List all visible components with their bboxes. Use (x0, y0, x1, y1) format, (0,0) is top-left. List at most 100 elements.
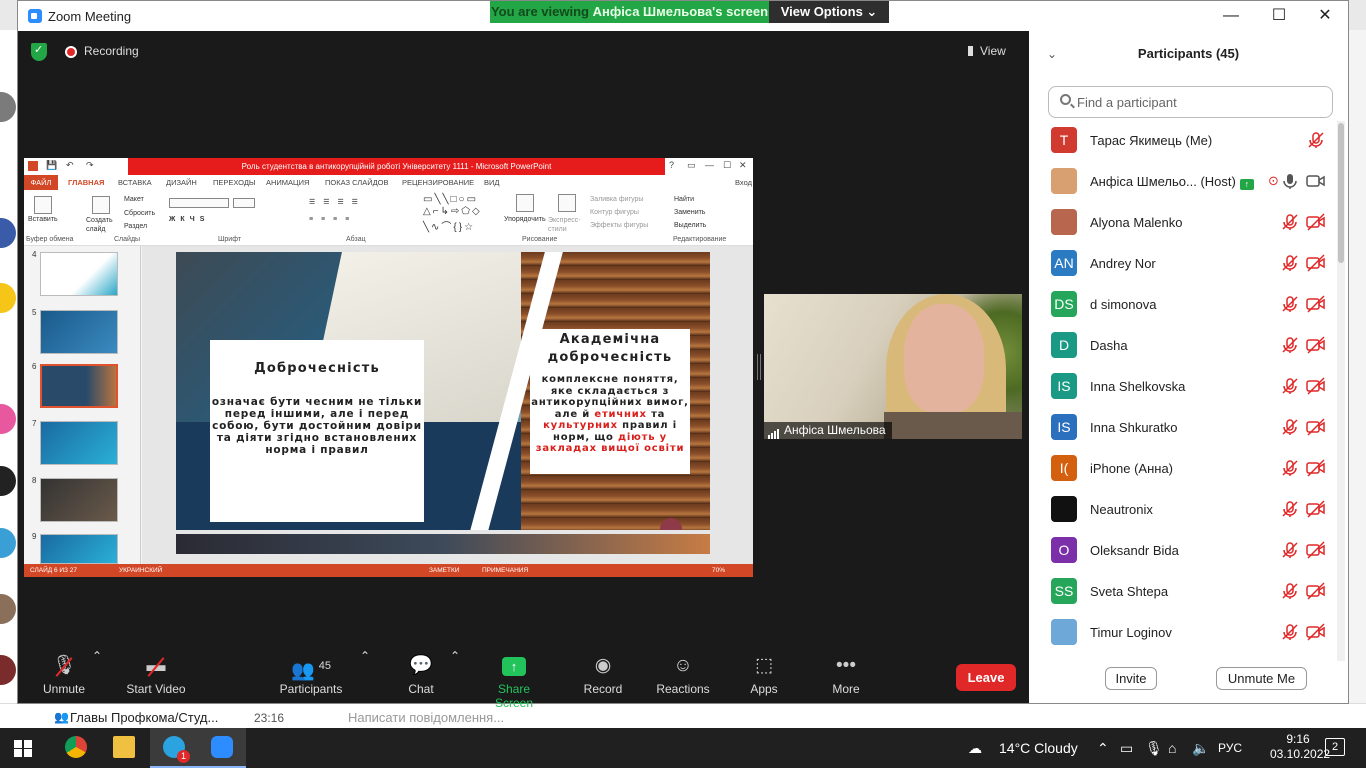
ppt-section: Раздел (124, 223, 148, 230)
participant-row[interactable]: Alyona Malenko (1029, 202, 1339, 243)
participant-row[interactable]: D Dasha (1029, 325, 1339, 366)
taskbar-telegram[interactable]: 1 (150, 728, 198, 768)
video-camera-off-icon[interactable] (1306, 500, 1326, 518)
view-layout-icon (968, 46, 973, 56)
reactions-label: Reactions (656, 682, 710, 696)
video-tile[interactable]: Анфіса Шмельова (764, 294, 1022, 439)
participant-search-input[interactable] (1077, 93, 1317, 111)
reactions-button[interactable]: ☺ Reactions (656, 649, 710, 696)
video-camera-off-icon[interactable] (1306, 295, 1326, 313)
input-language[interactable]: РУС (1218, 728, 1242, 768)
background-chat-title[interactable]: Главы Профкома/Студ... (70, 710, 218, 725)
video-camera-off-icon[interactable] (1306, 254, 1326, 272)
taskbar-explorer[interactable] (100, 728, 148, 768)
taskbar-zoom[interactable] (198, 728, 246, 768)
participant-row[interactable]: T Тарас Якимець (Me) (1029, 120, 1339, 161)
share-screen-button[interactable]: ↑ Share Screen (478, 649, 550, 710)
participant-row[interactable]: Neautronix (1029, 489, 1339, 530)
participant-name: Andrey Nor (1090, 256, 1156, 271)
invite-button[interactable]: Invite (1105, 667, 1157, 690)
slide-thumbnail (40, 421, 118, 465)
microphone-muted-icon[interactable] (1281, 623, 1299, 641)
tray-chevron-icon[interactable]: ⌃ (1097, 728, 1109, 768)
video-camera-off-icon[interactable] (1306, 418, 1326, 436)
scrollbar-thumb[interactable] (1338, 123, 1344, 263)
unmute-label: Unmute (42, 682, 86, 696)
network-icon[interactable]: ⌂ (1168, 728, 1176, 768)
participant-row[interactable]: Timur Loginov (1029, 612, 1339, 653)
next-slide-preview (176, 534, 710, 554)
notifications-icon[interactable]: 2 (1325, 738, 1345, 756)
microphone-muted-icon[interactable] (1281, 500, 1299, 518)
shared-screen[interactable]: 💾 ↶ ↷ Роль студентства в антикорупційній… (24, 158, 753, 577)
recording-label[interactable]: Recording (84, 44, 139, 58)
participants-options-chevron-icon[interactable]: ⌃ (360, 649, 370, 663)
maximize-button[interactable]: ☐ (1264, 5, 1294, 27)
microphone-muted-icon[interactable] (1281, 459, 1299, 477)
video-camera-icon[interactable] (1306, 172, 1326, 190)
participant-avatar: O (1051, 537, 1077, 563)
minimize-button[interactable]: — (1216, 5, 1246, 27)
view-button[interactable]: View (968, 44, 1006, 58)
ribbon-display-icon: ▭ (687, 160, 696, 170)
apps-button[interactable]: ⬚ Apps (748, 649, 780, 696)
participant-row[interactable]: O Oleksandr Bida (1029, 530, 1339, 571)
participants-panel-title: Participants (45) (1137, 46, 1240, 61)
microphone-muted-icon[interactable] (1281, 213, 1299, 231)
participants-button[interactable]: 👥 45 Participants (276, 649, 346, 696)
close-button[interactable]: ✕ (1310, 5, 1340, 27)
microphone-muted-icon[interactable] (1281, 418, 1299, 436)
start-video-button[interactable]: ▬ Start Video (122, 649, 190, 696)
leave-button[interactable]: Leave (956, 664, 1016, 691)
video-camera-off-icon[interactable] (1306, 623, 1326, 641)
participant-row[interactable]: IS Inna Shkuratko (1029, 407, 1339, 448)
video-camera-off-icon[interactable] (1306, 582, 1326, 600)
ppt-title: Роль студентства в антикорупційній робот… (128, 158, 665, 175)
video-camera-off-icon[interactable] (1306, 459, 1326, 477)
splitter-handle[interactable] (757, 354, 761, 380)
battery-icon[interactable]: ▭ (1120, 728, 1133, 768)
participant-row[interactable]: I(iPhone (Анна) (1029, 448, 1339, 489)
participant-row[interactable]: AN Andrey Nor (1029, 243, 1339, 284)
message-input[interactable]: Написати повідомлення... (348, 710, 504, 725)
chrome-icon (65, 736, 87, 758)
audio-options-chevron-icon[interactable]: ⌃ (92, 649, 102, 663)
microphone-muted-icon[interactable] (1281, 541, 1299, 559)
microphone-tray-icon[interactable]: 🎙 (1145, 728, 1163, 768)
participant-row[interactable]: SS Sveta Shtepa (1029, 571, 1339, 612)
video-camera-off-icon[interactable] (1306, 213, 1326, 231)
microphone-muted-icon[interactable] (1281, 254, 1299, 272)
ppt-find: Найти (674, 196, 694, 203)
participants-icon: 👥 45 (291, 660, 331, 682)
system-clock[interactable]: 9:16 03.10.2022 (1270, 732, 1330, 762)
video-camera-off-icon[interactable] (1306, 377, 1326, 395)
microphone-muted-icon[interactable] (1281, 295, 1299, 313)
microphone-icon[interactable] (1281, 172, 1299, 190)
participant-avatar: T (1051, 127, 1077, 153)
participant-search[interactable] (1048, 86, 1333, 118)
video-camera-off-icon[interactable] (1306, 336, 1326, 354)
participants-scrollbar[interactable] (1337, 121, 1345, 661)
unmute-button[interactable]: 🎙 Unmute (38, 649, 90, 696)
more-button[interactable]: ••• More (830, 649, 862, 696)
weather-widget[interactable]: 14°C Cloudy (999, 728, 1078, 768)
video-camera-off-icon[interactable] (1306, 541, 1326, 559)
record-button[interactable]: ◉ Record (581, 649, 625, 696)
microphone-muted-icon[interactable] (1307, 131, 1325, 149)
participant-row[interactable]: DS d simonova (1029, 284, 1339, 325)
participants-count: 45 (318, 660, 331, 672)
security-shield-icon[interactable] (31, 43, 47, 61)
participant-row[interactable]: Анфіса Шмельо... (Host) ↑ ⊙ (1029, 161, 1339, 202)
windows-start-icon[interactable] (14, 740, 32, 757)
chat-options-chevron-icon[interactable]: ⌃ (450, 649, 460, 663)
unmute-me-button[interactable]: Unmute Me (1216, 667, 1307, 690)
participant-row[interactable]: IS Inna Shelkovska (1029, 366, 1339, 407)
volume-icon[interactable]: 🔈 (1192, 728, 1209, 768)
view-options-button[interactable]: View Options ⌄ (769, 1, 889, 23)
microphone-muted-icon[interactable] (1281, 582, 1299, 600)
microphone-muted-icon[interactable] (1281, 336, 1299, 354)
group-clipboard: Буфер обмена (26, 236, 74, 243)
microphone-muted-icon[interactable] (1281, 377, 1299, 395)
chat-button[interactable]: 💬 Chat (403, 649, 439, 696)
taskbar-chrome[interactable] (52, 728, 100, 768)
